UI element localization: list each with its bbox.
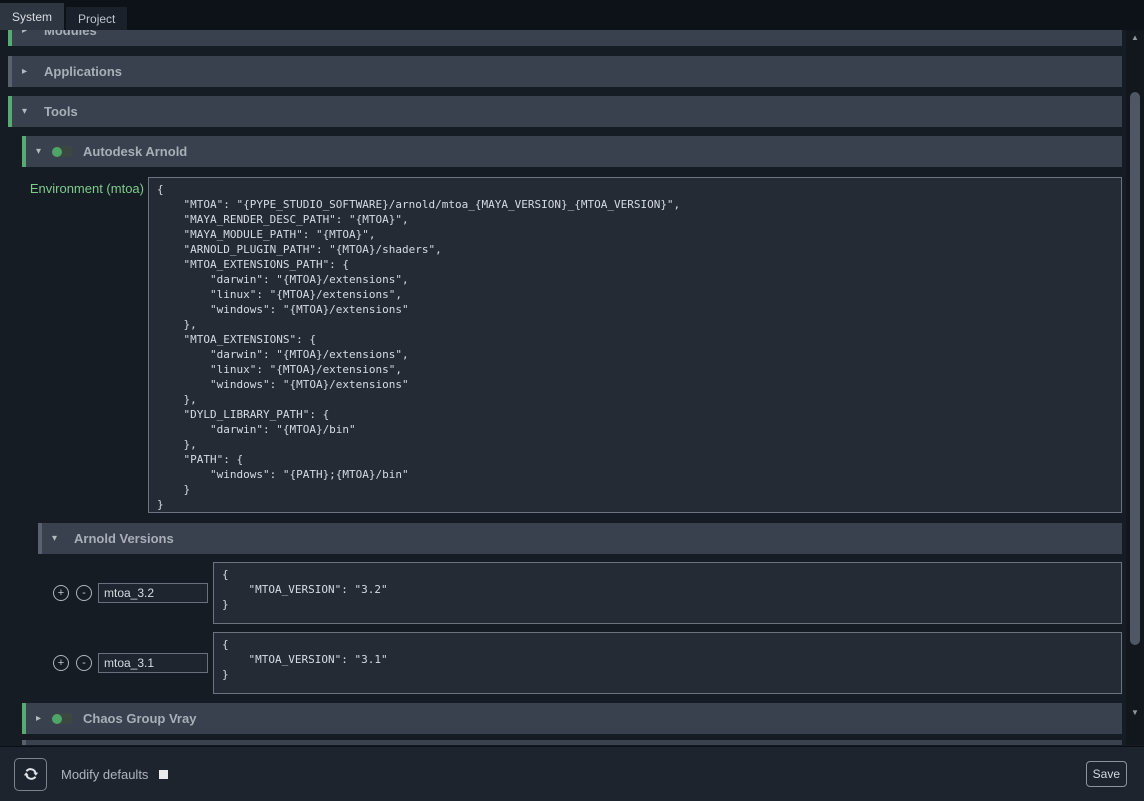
settings-tab-bar: System Project xyxy=(0,0,1144,30)
section-header-modules[interactable]: ▸ Modules xyxy=(8,30,1122,46)
chevron-right-icon: ▸ xyxy=(22,30,34,36)
modify-defaults-label: Modify defaults xyxy=(61,767,148,782)
refresh-button[interactable] xyxy=(14,758,47,791)
scroll-up-arrow-icon[interactable]: ▲ xyxy=(1126,32,1144,44)
settings-scroll-area: ▸ Modules ▸ Applications ▾ Tools ▾ Autod… xyxy=(0,30,1144,745)
vertical-scrollbar[interactable]: ▲ ▼ xyxy=(1126,30,1144,745)
vray-enabled-toggle[interactable] xyxy=(52,713,73,724)
toggle-knob-icon xyxy=(52,714,62,724)
arnold-version-row: + - { "MTOA_VERSION": "3.1" } xyxy=(53,632,1122,694)
arnold-version-row: + - { "MTOA_VERSION": "3.2" } xyxy=(53,562,1122,624)
tab-system[interactable]: System xyxy=(0,3,64,30)
add-version-button[interactable]: + xyxy=(53,585,69,601)
section-title: Autodesk Arnold xyxy=(83,144,187,159)
environment-mtoa-row: Environment (mtoa) { "MTOA": "{PYPE_STUD… xyxy=(24,177,1122,513)
chevron-right-icon: ▸ xyxy=(22,66,34,77)
section-header-autodesk-arnold[interactable]: ▾ Autodesk Arnold xyxy=(22,136,1122,167)
environment-mtoa-json-editor[interactable]: { "MTOA": "{PYPE_STUDIO_SOFTWARE}/arnold… xyxy=(148,177,1122,513)
version-name-input[interactable] xyxy=(98,653,208,673)
remove-version-button[interactable]: - xyxy=(76,655,92,671)
section-header-tools[interactable]: ▾ Tools xyxy=(8,96,1122,127)
section-title: Applications xyxy=(44,64,122,79)
arnold-enabled-toggle[interactable] xyxy=(52,146,73,157)
add-version-button[interactable]: + xyxy=(53,655,69,671)
section-title: Chaos Group Vray xyxy=(83,711,196,726)
section-title: Tools xyxy=(44,104,78,119)
version-json-editor[interactable]: { "MTOA_VERSION": "3.1" } xyxy=(213,632,1122,694)
chevron-down-icon: ▾ xyxy=(36,146,48,157)
section-header-applications[interactable]: ▸ Applications xyxy=(8,56,1122,87)
footer-bar: Modify defaults Save xyxy=(0,746,1144,801)
refresh-icon xyxy=(22,765,40,783)
remove-version-button[interactable]: - xyxy=(76,585,92,601)
version-name-input[interactable] xyxy=(98,583,208,603)
scrollbar-thumb[interactable] xyxy=(1130,92,1140,645)
toggle-knob-icon xyxy=(52,147,62,157)
environment-mtoa-label: Environment (mtoa) xyxy=(24,177,148,513)
section-header-chaos-group-vray[interactable]: ▸ Chaos Group Vray xyxy=(22,703,1122,734)
tab-project[interactable]: Project xyxy=(66,7,127,30)
chevron-right-icon: ▸ xyxy=(36,713,48,724)
modify-defaults-checkbox[interactable] xyxy=(159,770,168,779)
section-title: Arnold Versions xyxy=(74,531,174,546)
chevron-down-icon: ▾ xyxy=(52,533,64,544)
save-button[interactable]: Save xyxy=(1086,761,1127,787)
scroll-down-arrow-icon[interactable]: ▼ xyxy=(1126,707,1144,719)
version-json-editor[interactable]: { "MTOA_VERSION": "3.2" } xyxy=(213,562,1122,624)
section-header-arnold-versions[interactable]: ▾ Arnold Versions xyxy=(38,523,1122,554)
chevron-down-icon: ▾ xyxy=(22,106,34,117)
next-section-header-clipped xyxy=(22,740,1122,745)
section-title: Modules xyxy=(44,30,97,38)
